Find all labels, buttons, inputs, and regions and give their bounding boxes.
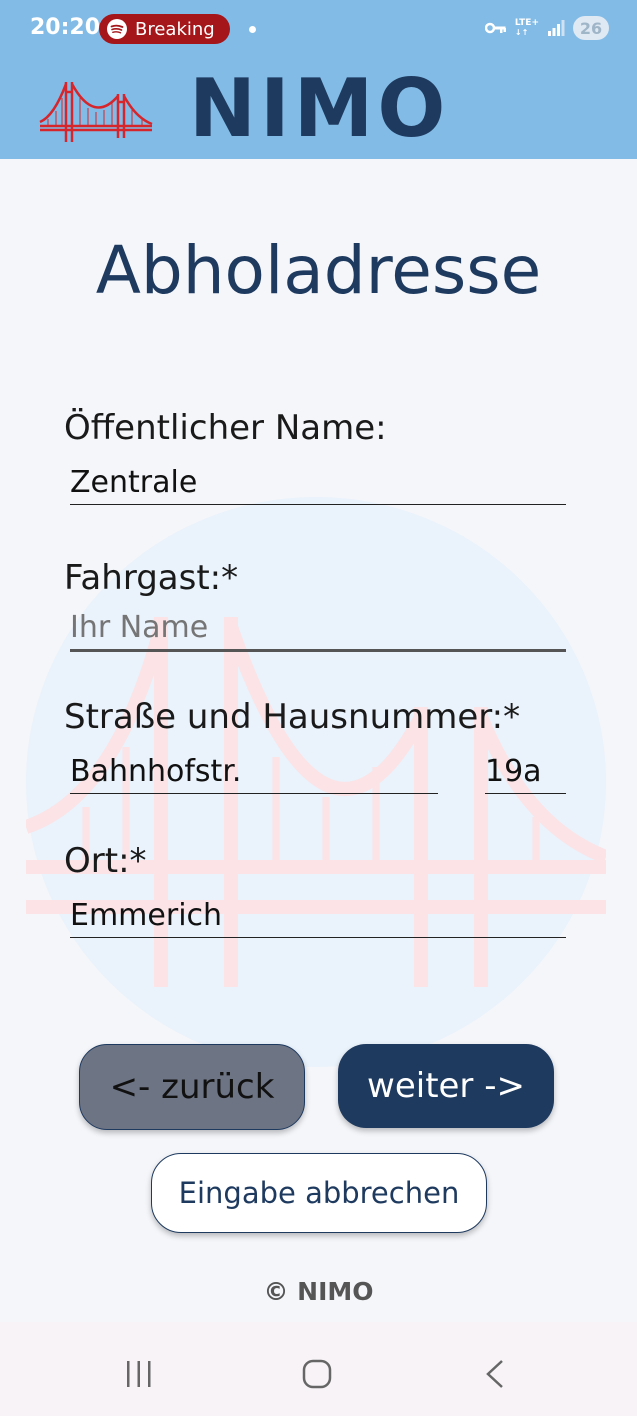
vpn-key-icon bbox=[484, 22, 506, 34]
passenger-input[interactable] bbox=[70, 605, 566, 652]
public-name-label: Öffentlicher Name: bbox=[64, 408, 387, 448]
battery-indicator: 26 bbox=[573, 16, 609, 40]
house-number-input[interactable] bbox=[485, 749, 566, 794]
bridge-logo-icon bbox=[39, 82, 153, 142]
home-button[interactable] bbox=[301, 1358, 333, 1390]
app-header: 20:20 Breaking LTE+ ↓↑ 26 NIMO bbox=[0, 0, 637, 159]
status-icons: LTE+ ↓↑ 26 bbox=[484, 16, 609, 40]
media-label: Breaking bbox=[135, 18, 215, 40]
spotify-icon bbox=[107, 19, 127, 39]
passenger-label: Fahrgast:* bbox=[64, 558, 239, 598]
brand-logo-text: NIMO bbox=[189, 62, 450, 155]
city-input[interactable] bbox=[70, 893, 566, 938]
system-navigation-bar bbox=[0, 1322, 637, 1416]
street-label: Straße und Hausnummer:* bbox=[64, 697, 521, 737]
back-button[interactable]: <- zurück bbox=[79, 1044, 305, 1130]
network-type: LTE+ ↓↑ bbox=[514, 17, 539, 37]
recent-apps-button[interactable] bbox=[124, 1360, 154, 1388]
back-icon bbox=[486, 1360, 503, 1388]
status-time: 20:20 bbox=[30, 15, 101, 40]
back-nav-button[interactable] bbox=[482, 1358, 508, 1390]
signal-icon bbox=[548, 20, 565, 36]
page-title: Abholadresse bbox=[95, 232, 542, 309]
recent-apps-icon bbox=[127, 1361, 151, 1387]
home-icon bbox=[302, 1359, 332, 1389]
city-label: Ort:* bbox=[64, 841, 147, 881]
public-name-input[interactable] bbox=[70, 460, 566, 505]
cancel-button[interactable]: Eingabe abbrechen bbox=[151, 1153, 487, 1233]
next-button[interactable]: weiter -> bbox=[338, 1044, 554, 1128]
notification-dot-icon bbox=[249, 26, 256, 33]
media-notification-pill[interactable]: Breaking bbox=[99, 14, 230, 44]
street-input[interactable] bbox=[70, 749, 438, 794]
copyright-footer: © NIMO bbox=[263, 1277, 374, 1306]
